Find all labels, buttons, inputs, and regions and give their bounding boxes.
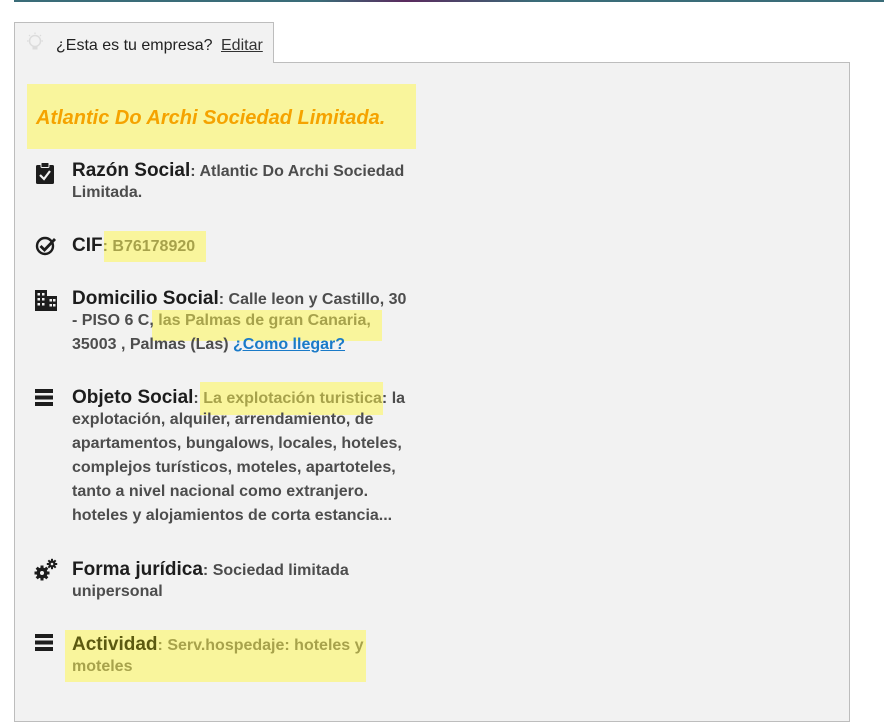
objeto-line: explotación, alquiler, arrendamiento, de (72, 411, 374, 428)
domicilio-sep: : (218, 291, 229, 308)
list-icon (35, 634, 57, 656)
objeto-row: Objeto Social: La explotación turistica:… (72, 387, 405, 411)
objeto-label: Objeto Social (72, 387, 194, 408)
objeto-line: complejos turísticos, moteles, apartotel… (72, 459, 396, 476)
objeto-line: apartamentos, bungalows, locales, hotele… (72, 435, 402, 452)
objeto-line: tanto a nivel nacional como extranjero. (72, 483, 369, 500)
domicilio-postal: 35003 , Palmas (Las) (72, 336, 229, 353)
cif-value: B76178920 (112, 238, 196, 255)
top-divider (14, 0, 884, 2)
check-circle-icon (35, 235, 57, 257)
domicilio-line2: - PISO 6 C, las Palmas de gran Canaria, (72, 312, 371, 330)
razon-social-value: Atlantic Do Archi Sociedad (199, 163, 405, 180)
lightbulb-icon (25, 32, 45, 54)
clipboard-check-icon (35, 162, 57, 184)
edit-link[interactable]: Editar (221, 37, 263, 55)
cif-sep: : (102, 238, 113, 255)
forma-value-cont: unipersonal (72, 583, 163, 600)
building-icon (34, 289, 57, 311)
forma-value: Sociedad limitada (212, 562, 349, 579)
razon-social-label: Razón Social (72, 160, 191, 181)
cif-row: CIF: B76178920 (72, 235, 195, 259)
actividad-row: Actividad: Serv.hospedaje: hoteles y (72, 634, 364, 658)
actividad-value-cont: moteles (72, 658, 133, 675)
cif-label: CIF (72, 235, 103, 256)
forma-row: Forma jurídica: Sociedad limitada (72, 559, 349, 583)
actividad-label: Actividad (72, 634, 158, 655)
forma-sep: : (202, 562, 213, 579)
company-claim-tab: ¿Esta es tu empresa? Editar (14, 22, 274, 63)
claim-question: ¿Esta es tu empresa? (56, 37, 213, 54)
objeto-tail: : la (381, 390, 406, 407)
domicilio-line2-a: - PISO 6 C, (72, 312, 159, 329)
razon-social-value-cont: Limitada. (72, 184, 143, 201)
objeto-highlight-text: La explotación turistica (203, 390, 382, 407)
domicilio-line1: Calle leon y Castillo, 30 (228, 291, 407, 308)
domicilio-label: Domicilio Social (72, 288, 219, 309)
objeto-line: hoteles y alojamientos de corta estancia… (72, 507, 393, 524)
domicilio-line3: 35003 , Palmas (Las) ¿Como llegar? (72, 336, 345, 354)
forma-label: Forma jurídica (72, 559, 203, 580)
como-llegar-link[interactable]: ¿Como llegar? (233, 336, 345, 353)
list-icon (35, 389, 57, 411)
domicilio-city: las Palmas de gran Canaria, (158, 312, 371, 329)
razon-social-row: Razón Social: Atlantic Do Archi Sociedad (72, 160, 404, 184)
actividad-value: Serv.hospedaje: hoteles y (167, 637, 364, 654)
gears-icon (34, 558, 58, 581)
actividad-sep: : (157, 637, 168, 654)
company-title: Atlantic Do Archi Sociedad Limitada. (36, 107, 386, 129)
objeto-sep: : (193, 390, 204, 407)
domicilio-row: Domicilio Social: Calle leon y Castillo,… (72, 288, 406, 312)
